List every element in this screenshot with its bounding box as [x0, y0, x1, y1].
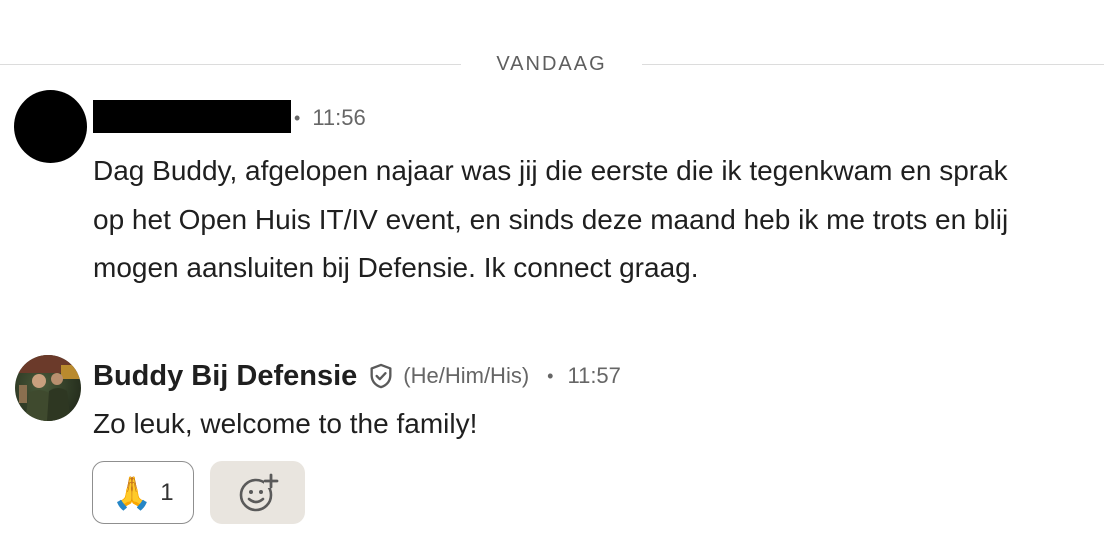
meta-separator: •	[294, 107, 301, 128]
date-divider: VANDAAG	[0, 53, 1104, 75]
add-reaction-icon	[239, 473, 278, 511]
folded-hands-icon: 🙏	[112, 474, 153, 511]
message-meta: • 11:56	[294, 104, 366, 132]
avatar[interactable]	[15, 355, 81, 421]
add-reaction-button[interactable]	[210, 461, 305, 524]
message-time: 11:56	[312, 105, 366, 130]
shield-check-icon	[367, 362, 395, 390]
divider-line-left	[0, 64, 461, 65]
sender-pronouns: (He/Him/His)	[403, 363, 530, 388]
message-header: Buddy Bij Defensie (He/Him/His) • 11:57	[93, 357, 621, 395]
reaction-count: 1	[160, 478, 174, 506]
message-text: Dag Buddy, afgelopen najaar was jij die …	[93, 155, 1009, 283]
sender-name[interactable]: Buddy Bij Defensie	[93, 360, 357, 393]
divider-line-right	[642, 64, 1104, 65]
reaction-pray-button[interactable]: 🙏 1	[92, 461, 194, 524]
sender-name-redacted[interactable]	[93, 100, 291, 133]
sender-avatar-redacted[interactable]	[14, 90, 87, 163]
avatar-photo-icon	[15, 355, 81, 421]
meta-separator: •	[547, 365, 554, 386]
message-text: Zo leuk, welcome to the family!	[93, 408, 478, 439]
conversation-view: VANDAAG • 11:56 Dag Buddy, afgelopen naj…	[0, 0, 1104, 551]
message-time: 11:57	[567, 363, 621, 388]
date-divider-label: VANDAAG	[496, 53, 607, 75]
